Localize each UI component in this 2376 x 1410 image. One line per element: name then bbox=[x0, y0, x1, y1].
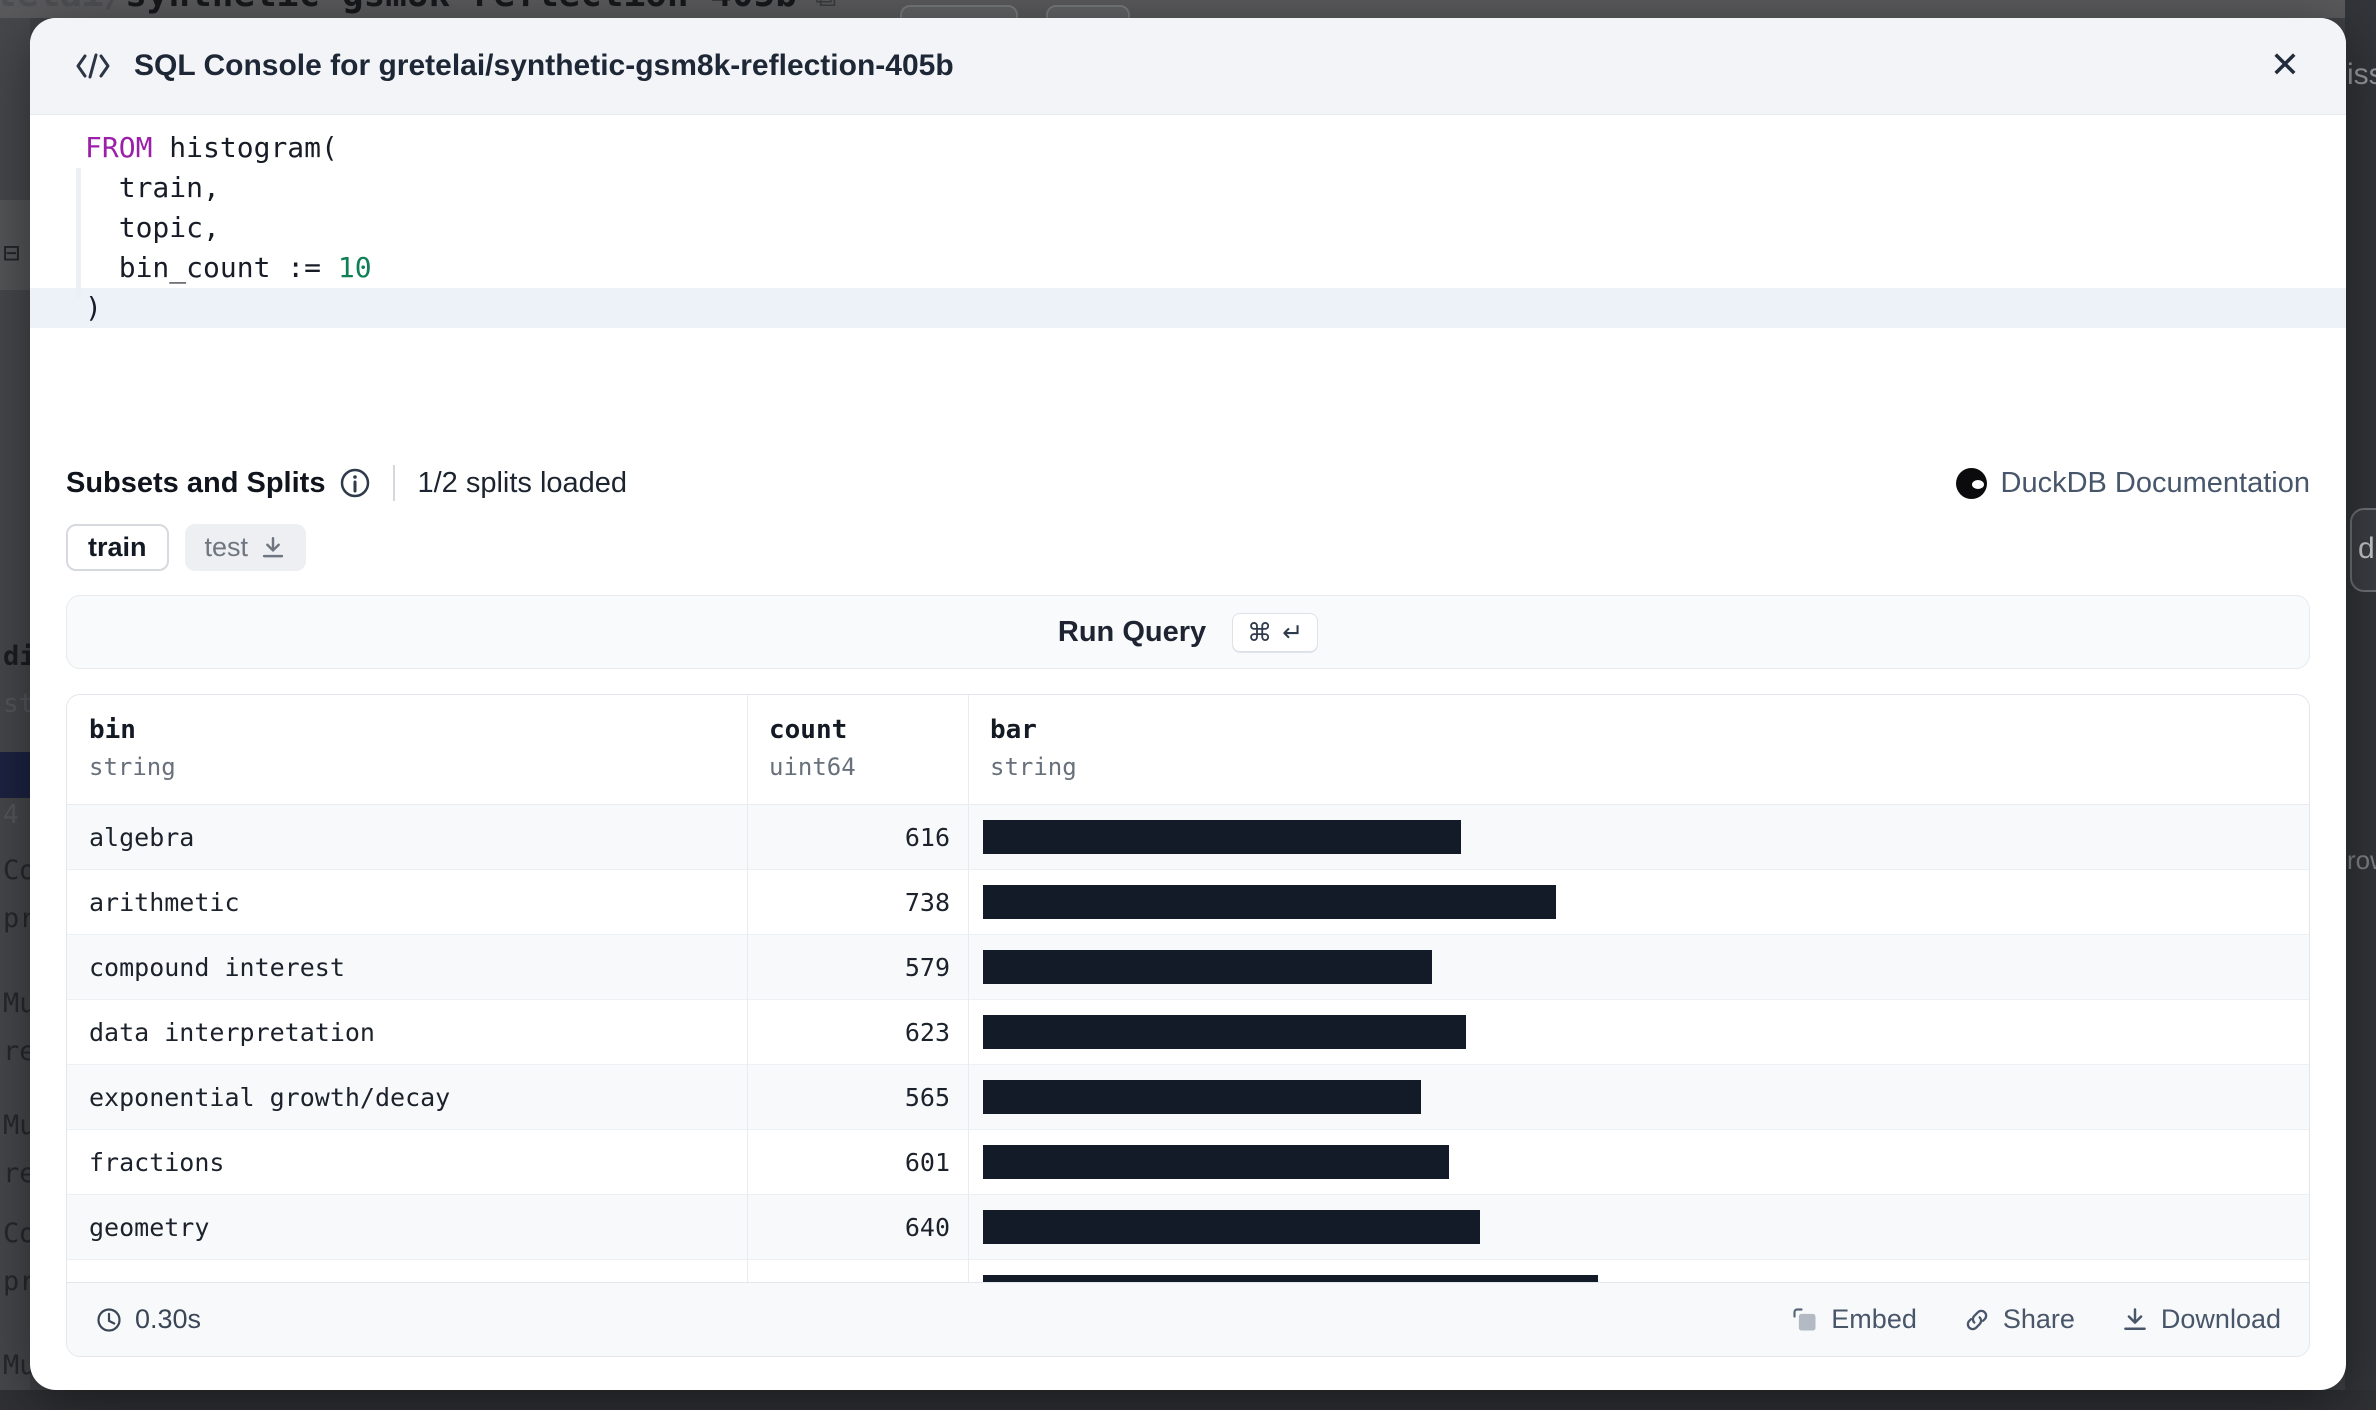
background-text-fragment: issa bbox=[2347, 58, 2376, 92]
run-query-button[interactable]: Run Query ⌘↵ bbox=[66, 595, 2310, 669]
background-selected-row-band bbox=[0, 752, 30, 798]
bar-cell bbox=[968, 1145, 2309, 1179]
code-line[interactable]: topic, bbox=[30, 208, 2346, 248]
copy-icon: ⧉ bbox=[815, 0, 836, 14]
splits-row: Subsets and Splits 1/2 splits loaded Duc… bbox=[66, 461, 2310, 505]
table-row[interactable]: data interpretation 623 bbox=[67, 1000, 2309, 1065]
indent-guide bbox=[76, 168, 81, 298]
histogram-bar bbox=[983, 1015, 1466, 1049]
background-text-fragment: row bbox=[2347, 845, 2376, 876]
split-test-button[interactable]: test bbox=[185, 524, 307, 571]
background-button-fragment bbox=[900, 5, 1018, 18]
table-row[interactable]: geometry 640 bbox=[67, 1195, 2309, 1260]
code-line[interactable]: FROM histogram( bbox=[30, 128, 2346, 168]
split-buttons: train test bbox=[66, 524, 306, 571]
histogram-bar bbox=[983, 1145, 1449, 1179]
count-cell: 640 bbox=[747, 1213, 968, 1242]
table-row[interactable]: fractions 601 bbox=[67, 1130, 2309, 1195]
download-split-icon bbox=[260, 535, 286, 561]
histogram-bar bbox=[983, 820, 1461, 854]
split-train-button[interactable]: train bbox=[66, 524, 169, 571]
bin-cell: geometry bbox=[67, 1213, 747, 1242]
subsets-splits-heading: Subsets and Splits bbox=[66, 467, 325, 500]
duckdb-logo-icon bbox=[1956, 468, 1987, 499]
code-line[interactable]: bin_count := 10 bbox=[30, 248, 2346, 288]
column-divider bbox=[968, 695, 969, 1282]
bar-cell bbox=[968, 1275, 2309, 1282]
duckdb-documentation-link[interactable]: DuckDB Documentation bbox=[1956, 467, 2310, 500]
count-cell: 738 bbox=[747, 888, 968, 917]
code-line[interactable]: ) bbox=[30, 288, 2346, 328]
count-cell: 616 bbox=[747, 823, 968, 852]
table-row[interactable]: compound interest 579 bbox=[67, 935, 2309, 1000]
count-cell: 565 bbox=[747, 1083, 968, 1112]
column-header-bin[interactable]: bin string bbox=[67, 695, 747, 804]
table-row[interactable]: arithmetic 738 bbox=[67, 870, 2309, 935]
keyboard-shortcut-badge: ⌘↵ bbox=[1232, 613, 1318, 652]
bin-cell: data interpretation bbox=[67, 1018, 747, 1047]
background-right-strip: issa d row bbox=[2345, 0, 2376, 1410]
background-namespace: gretelai/ bbox=[0, 0, 125, 15]
embed-button[interactable]: Embed bbox=[1791, 1304, 1917, 1335]
page: gretelai/synthetic-gsm8k-reflection-405b… bbox=[0, 0, 2376, 1410]
download-icon bbox=[2121, 1306, 2149, 1334]
histogram-bar bbox=[983, 885, 1556, 919]
bar-cell bbox=[968, 1080, 2309, 1114]
table-header: bin string count uint64 bar string bbox=[67, 695, 2309, 805]
histogram-bar bbox=[983, 1080, 1421, 1114]
count-cell: 601 bbox=[747, 1148, 968, 1177]
clock-icon bbox=[95, 1306, 123, 1334]
info-icon[interactable] bbox=[339, 467, 371, 499]
table-row[interactable]: algebra 616 bbox=[67, 805, 2309, 870]
background-button-fragment bbox=[1046, 5, 1130, 18]
sql-editor[interactable]: FROM histogram( train, topic, bin_count … bbox=[30, 115, 2346, 328]
background-header: gretelai/synthetic-gsm8k-reflection-405b… bbox=[0, 0, 2376, 18]
results-footer: 0.30s Embed S bbox=[67, 1282, 2309, 1356]
column-header-count[interactable]: count uint64 bbox=[747, 695, 968, 804]
query-duration: 0.30s bbox=[95, 1304, 201, 1335]
footer-actions: Embed Share Download bbox=[1791, 1304, 2281, 1335]
count-cell: 579 bbox=[747, 953, 968, 982]
background-button-fragment: d bbox=[2350, 508, 2376, 592]
embed-icon bbox=[1791, 1306, 1819, 1334]
background-dataset-title: gretelai/synthetic-gsm8k-reflection-405b… bbox=[0, 0, 836, 15]
bar-cell bbox=[968, 885, 2309, 919]
code-line[interactable]: train, bbox=[30, 168, 2346, 208]
enter-key-icon: ↵ bbox=[1282, 618, 1303, 647]
bar-cell bbox=[968, 950, 2309, 984]
table-row[interactable]: exponential growth/decay 565 bbox=[67, 1065, 2309, 1130]
table-body: algebra 616 arithmetic 738 compound inte… bbox=[67, 805, 2309, 1282]
bin-cell: arithmetic bbox=[67, 888, 747, 917]
results-table: bin string count uint64 bar string algeb… bbox=[66, 694, 2310, 1357]
share-button[interactable]: Share bbox=[1963, 1304, 2075, 1335]
splits-loaded-status: 1/2 splits loaded bbox=[417, 467, 627, 500]
cmd-key-icon: ⌘ bbox=[1247, 618, 1272, 647]
bar-cell bbox=[968, 1015, 2309, 1049]
column-header-bar[interactable]: bar string bbox=[968, 695, 2309, 804]
sql-console-modal: SQL Console for gretelai/synthetic-gsm8k… bbox=[30, 18, 2346, 1390]
bin-cell: fractions bbox=[67, 1148, 747, 1177]
bar-cell bbox=[968, 1210, 2309, 1244]
table-row-partial[interactable] bbox=[67, 1260, 2309, 1282]
download-button[interactable]: Download bbox=[2121, 1304, 2281, 1335]
histogram-bar bbox=[983, 1210, 1480, 1244]
count-cell: 623 bbox=[747, 1018, 968, 1047]
code-icon bbox=[76, 53, 110, 79]
histogram-bar bbox=[983, 1275, 1598, 1282]
bin-cell: compound interest bbox=[67, 953, 747, 982]
modal-header: SQL Console for gretelai/synthetic-gsm8k… bbox=[30, 18, 2346, 115]
modal-title: SQL Console for gretelai/synthetic-gsm8k… bbox=[134, 49, 954, 83]
column-divider bbox=[747, 695, 748, 1282]
background-dataset-name: synthetic-gsm8k-reflection-405b bbox=[125, 0, 797, 15]
share-link-icon bbox=[1963, 1306, 1991, 1334]
bin-cell: exponential growth/decay bbox=[67, 1083, 747, 1112]
histogram-bar bbox=[983, 950, 1432, 984]
background-bottom-strip bbox=[0, 1390, 2376, 1410]
close-button[interactable]: ✕ bbox=[2270, 48, 2300, 84]
bin-cell: algebra bbox=[67, 823, 747, 852]
divider bbox=[393, 465, 395, 501]
bar-cell bbox=[968, 820, 2309, 854]
